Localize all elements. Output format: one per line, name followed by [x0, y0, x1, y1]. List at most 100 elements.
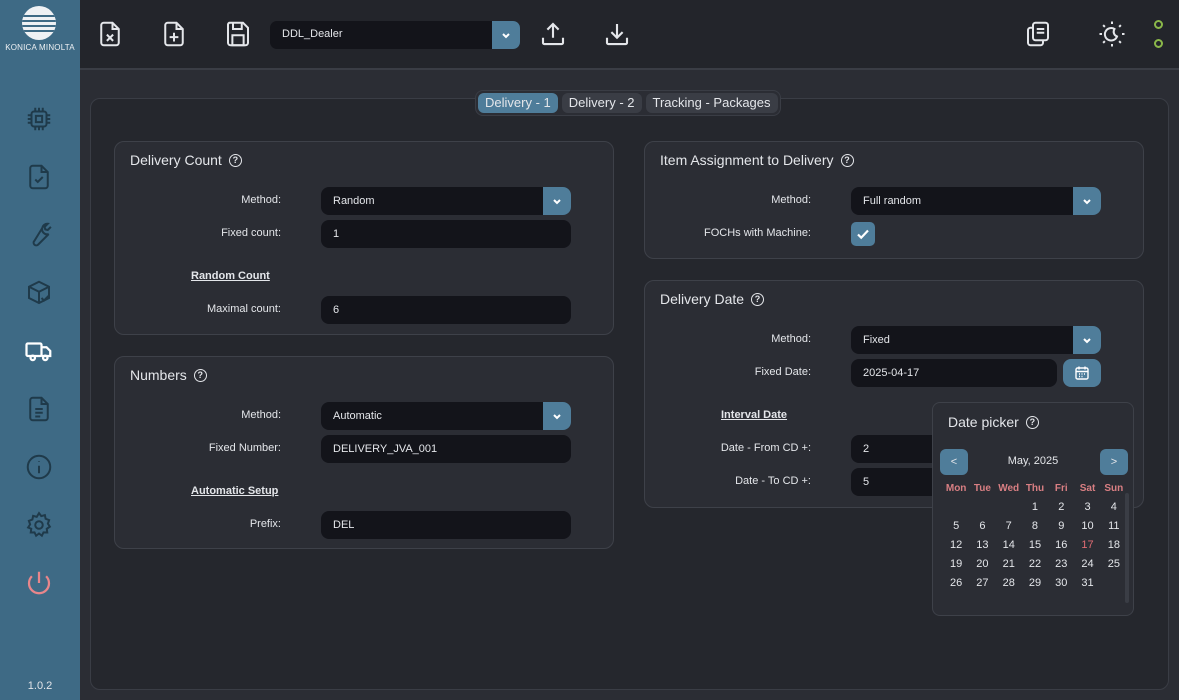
calendar-day[interactable]: 6 — [969, 517, 995, 536]
item-assignment-card: Item Assignment to Delivery ? Method: Fu… — [644, 141, 1144, 259]
tab-delivery-1[interactable]: Delivery - 1 — [478, 93, 558, 113]
close-file-icon[interactable] — [92, 16, 128, 52]
delivery-count-method-select[interactable]: Random — [321, 187, 571, 215]
tab-tracking-packages[interactable]: Tracking - Packages — [645, 93, 778, 113]
chevron-down-icon[interactable] — [543, 402, 571, 430]
chevron-down-icon[interactable] — [492, 21, 520, 49]
profile-select-value: DDL_Dealer — [282, 28, 343, 40]
calendar-week: 19 20 21 22 23 24 25 — [943, 555, 1127, 574]
calendar-day[interactable]: 28 — [996, 574, 1022, 593]
fixed-number-input[interactable]: DELIVERY_JVA_001 — [321, 435, 571, 463]
new-file-icon[interactable] — [156, 16, 192, 52]
calendar-day[interactable]: 5 — [943, 517, 969, 536]
date-picker-title-text: Date picker — [948, 414, 1019, 430]
delivery-count-method-label: Method: — [241, 194, 281, 206]
calendar-day[interactable]: 26 — [943, 574, 969, 593]
calendar-day[interactable]: 30 — [1048, 574, 1074, 593]
calendar-day[interactable]: 24 — [1074, 555, 1100, 574]
fixed-count-input[interactable]: 1 — [321, 220, 571, 248]
logo-mark — [22, 6, 56, 40]
weekday-header: Thu — [1025, 483, 1045, 494]
calendar-day — [1101, 574, 1127, 593]
info-icon[interactable] — [23, 451, 55, 483]
delivery-date-method-value: Fixed — [863, 334, 890, 346]
app-version: 1.0.2 — [27, 680, 53, 692]
help-icon[interactable]: ? — [193, 368, 207, 382]
date-to-label: Date - To CD +: — [735, 475, 811, 487]
weekday-header: Tue — [973, 483, 991, 494]
save-icon[interactable] — [220, 16, 256, 52]
item-assignment-method-select[interactable]: Full random — [851, 187, 1101, 215]
max-count-input[interactable]: 6 — [321, 296, 571, 324]
tab-bar: Delivery - 1 Delivery - 2 Tracking - Pac… — [475, 90, 781, 116]
delivery-date-title: Delivery Date ? — [660, 291, 765, 307]
date-from-label: Date - From CD +: — [720, 442, 811, 454]
calendar-day[interactable]: 11 — [1101, 517, 1127, 536]
download-icon[interactable] — [599, 16, 635, 52]
calendar-day[interactable]: 29 — [1022, 574, 1048, 593]
chevron-down-icon[interactable] — [1073, 187, 1101, 215]
calendar-day[interactable]: 25 — [1101, 555, 1127, 574]
numbers-method-select[interactable]: Automatic — [321, 402, 571, 430]
help-icon[interactable]: ? — [228, 153, 242, 167]
next-month-button[interactable]: > — [1100, 449, 1128, 475]
calendar-day[interactable]: 3 — [1074, 498, 1100, 517]
item-assignment-title: Item Assignment to Delivery ? — [660, 152, 854, 168]
delivery-count-title-text: Delivery Count — [130, 152, 222, 168]
calendar-day[interactable]: 31 — [1074, 574, 1100, 593]
help-icon[interactable]: ? — [751, 292, 765, 306]
calendar-day[interactable]: 1 — [1022, 498, 1048, 517]
calendar-day[interactable]: 10 — [1074, 517, 1100, 536]
prefix-input[interactable]: DEL — [321, 511, 571, 539]
calendar-week: 26 27 28 29 30 31 — [943, 574, 1127, 593]
calendar-day[interactable]: 21 — [996, 555, 1022, 574]
copy-icon[interactable] — [1020, 16, 1056, 52]
calendar-day[interactable]: 22 — [1022, 555, 1048, 574]
chevron-down-icon[interactable] — [1073, 326, 1101, 354]
calendar-day[interactable]: 8 — [1022, 517, 1048, 536]
chevron-down-icon[interactable] — [543, 187, 571, 215]
calendar-day[interactable]: 23 — [1048, 555, 1074, 574]
truck-icon[interactable] — [23, 335, 55, 367]
calendar-day[interactable]: 4 — [1101, 498, 1127, 517]
help-icon[interactable]: ? — [840, 153, 854, 167]
theme-toggle-icon[interactable] — [1094, 16, 1130, 52]
calendar-day[interactable]: 14 — [996, 536, 1022, 555]
date-picker-scrollbar[interactable] — [1125, 493, 1129, 603]
delivery-count-method-value: Random — [333, 195, 375, 207]
random-count-heading: Random Count — [191, 270, 270, 282]
calendar-day[interactable]: 12 — [943, 536, 969, 555]
document-check-icon[interactable] — [23, 161, 55, 193]
numbers-method-label: Method: — [241, 409, 281, 421]
calendar-grid: Mon Tue Wed Thu Fri Sat Sun 1 2 3 4 5 6 … — [943, 479, 1127, 593]
power-icon[interactable] — [23, 567, 55, 599]
document-text-icon[interactable] — [23, 393, 55, 425]
calendar-day[interactable]: 20 — [969, 555, 995, 574]
profile-select[interactable]: DDL_Dealer — [270, 21, 520, 49]
gear-icon[interactable] — [23, 509, 55, 541]
calendar-day[interactable]: 9 — [1048, 517, 1074, 536]
calendar-icon[interactable] — [1063, 359, 1101, 387]
prev-month-button[interactable]: < — [940, 449, 968, 475]
help-icon[interactable]: ? — [1025, 415, 1039, 429]
upload-icon[interactable] — [535, 16, 571, 52]
delivery-date-method-select[interactable]: Fixed — [851, 326, 1101, 354]
fixed-date-input[interactable]: 2025-04-17 — [851, 359, 1057, 387]
fixed-number-value: DELIVERY_JVA_001 — [333, 443, 438, 455]
calendar-day[interactable]: 2 — [1048, 498, 1074, 517]
logo-text: KONICA MINOLTA — [5, 43, 75, 52]
calendar-day[interactable]: 7 — [996, 517, 1022, 536]
calendar-day[interactable]: 15 — [1022, 536, 1048, 555]
chip-icon[interactable] — [23, 103, 55, 135]
foch-checkbox[interactable] — [851, 222, 875, 246]
calendar-day[interactable]: 16 — [1048, 536, 1074, 555]
calendar-day[interactable]: 13 — [969, 536, 995, 555]
calendar-day-highlighted[interactable]: 17 — [1074, 536, 1100, 555]
wrench-icon[interactable] — [23, 219, 55, 251]
item-assignment-title-text: Item Assignment to Delivery — [660, 152, 834, 168]
calendar-day[interactable]: 18 — [1101, 536, 1127, 555]
calendar-day[interactable]: 19 — [943, 555, 969, 574]
package-check-icon[interactable] — [23, 277, 55, 309]
tab-delivery-2[interactable]: Delivery - 2 — [561, 93, 642, 113]
calendar-day[interactable]: 27 — [969, 574, 995, 593]
